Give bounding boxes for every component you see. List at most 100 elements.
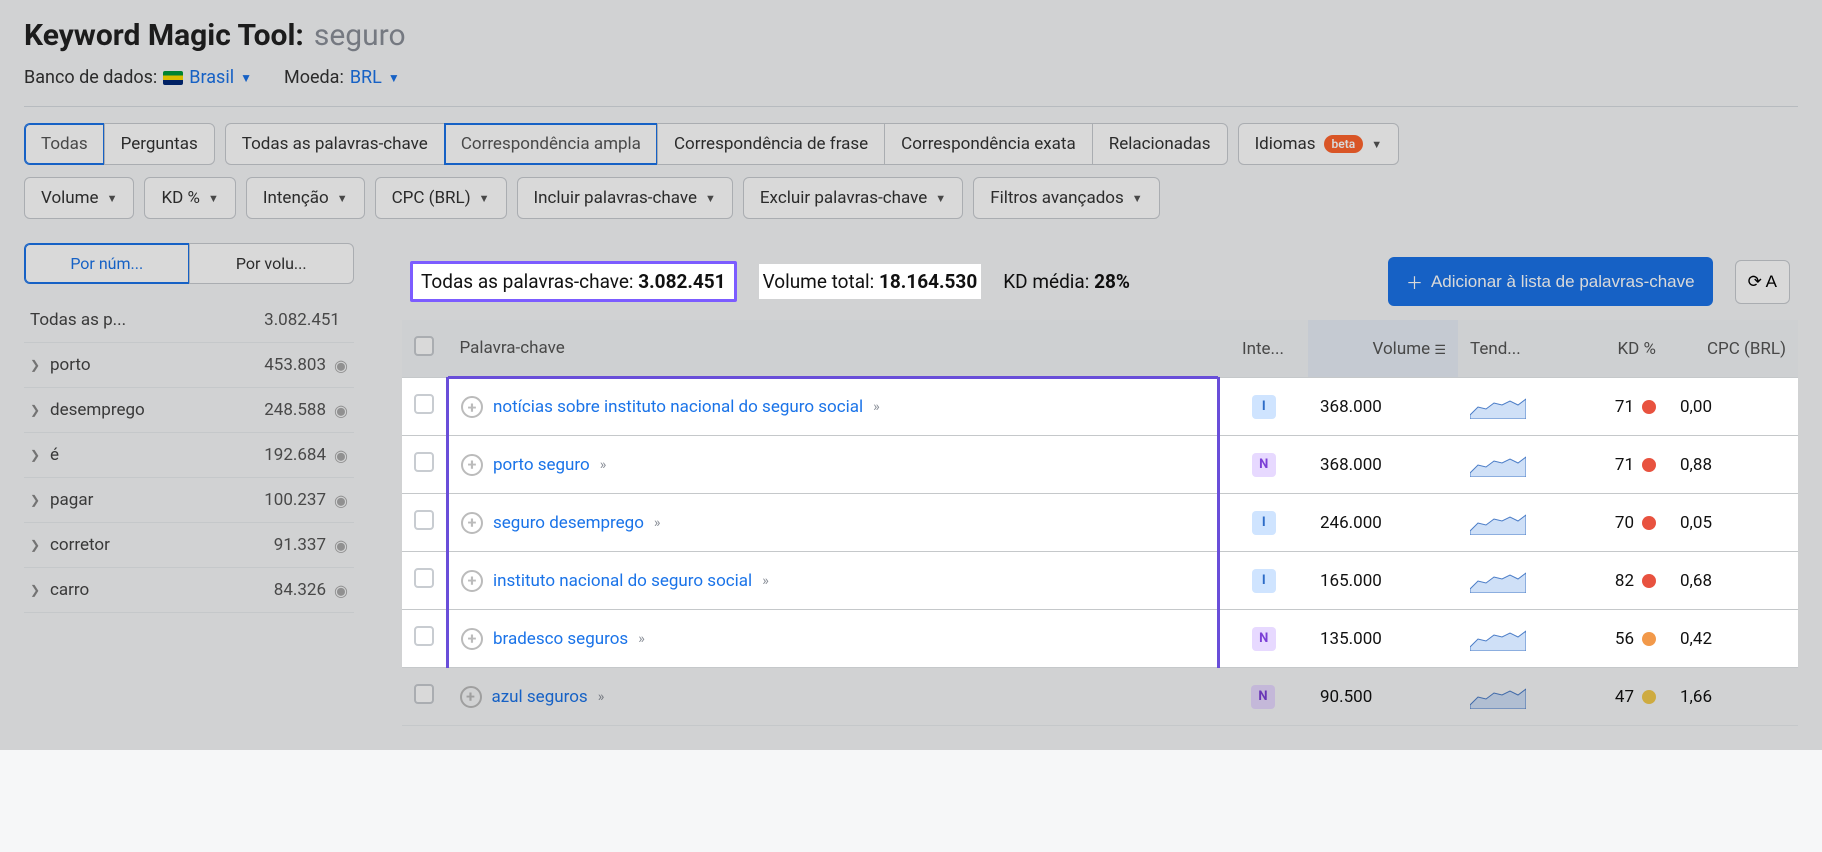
add-keyword-icon[interactable]: + — [461, 396, 483, 418]
flag-brazil-icon — [163, 71, 183, 85]
open-keyword-icon[interactable]: » — [598, 689, 605, 705]
tab-questions[interactable]: Perguntas — [104, 123, 215, 165]
eye-icon[interactable]: ◉ — [334, 491, 348, 510]
keyword-link[interactable]: seguro desemprego — [493, 513, 644, 533]
volume-value: 90.500 — [1308, 668, 1458, 726]
sidebar-tab-by-number[interactable]: Por núm... — [24, 243, 189, 284]
add-keyword-icon[interactable]: + — [461, 570, 483, 592]
languages-button[interactable]: Idiomas beta ▼ — [1238, 123, 1400, 165]
sidebar-item[interactable]: ❯ porto 453.803 ◉ — [24, 343, 354, 388]
volume-value: 165.000 — [1308, 552, 1458, 610]
sidebar-item[interactable]: ❯ pagar 100.237 ◉ — [24, 478, 354, 523]
currency-selector[interactable]: Moeda: BRL ▼ — [284, 67, 400, 88]
open-keyword-icon[interactable]: » — [654, 515, 661, 531]
add-keyword-icon[interactable]: + — [461, 512, 483, 534]
eye-icon[interactable]: ◉ — [334, 446, 348, 465]
col-cpc[interactable]: CPC (BRL) — [1668, 320, 1798, 378]
select-all-checkbox[interactable] — [414, 336, 434, 356]
trend-sparkline — [1470, 569, 1526, 593]
trend-sparkline — [1470, 685, 1526, 709]
row-checkbox[interactable] — [414, 568, 434, 588]
keyword-link[interactable]: bradesco seguros — [493, 629, 628, 649]
chevron-right-icon: ❯ — [30, 448, 50, 462]
filter-volume[interactable]: Volume▼ — [24, 177, 134, 219]
summary-total-volume: Volume total: 18.164.530 — [759, 264, 982, 299]
filter-cpc[interactable]: CPC (BRL)▼ — [375, 177, 507, 219]
add-keyword-icon[interactable]: + — [461, 454, 483, 476]
tab-related[interactable]: Relacionadas — [1092, 123, 1228, 165]
col-intent[interactable]: Inte... — [1218, 320, 1308, 378]
open-keyword-icon[interactable]: » — [873, 399, 880, 415]
keyword-link[interactable]: porto seguro — [493, 455, 590, 475]
chevron-down-icon: ▼ — [337, 192, 348, 205]
tab-exact-match[interactable]: Correspondência exata — [884, 123, 1092, 165]
tab-phrase-match[interactable]: Correspondência de frase — [657, 123, 884, 165]
tab-all[interactable]: Todas — [24, 123, 104, 165]
intent-badge: I — [1252, 511, 1276, 535]
eye-icon[interactable]: ◉ — [334, 536, 348, 555]
eye-icon[interactable]: ◉ — [334, 401, 348, 420]
chevron-down-icon: ▼ — [240, 71, 252, 85]
row-checkbox[interactable] — [414, 394, 434, 414]
kd-indicator-icon — [1642, 574, 1656, 588]
tab-all-keywords[interactable]: Todas as palavras-chave — [225, 123, 444, 165]
sidebar-item-count: 453.803 — [264, 355, 326, 375]
table-row: + porto seguro » N 368.000 71 0,88 — [402, 436, 1798, 494]
sidebar-item[interactable]: ❯ corretor 91.337 ◉ — [24, 523, 354, 568]
filter-include[interactable]: Incluir palavras-chave▼ — [517, 177, 733, 219]
row-checkbox[interactable] — [414, 452, 434, 472]
open-keyword-icon[interactable]: » — [600, 457, 607, 473]
summary-avg-kd: KD média: 28% — [1003, 270, 1130, 293]
row-checkbox[interactable] — [414, 626, 434, 646]
sidebar-item[interactable]: ❯ desemprego 248.588 ◉ — [24, 388, 354, 433]
sidebar-tab-by-volume[interactable]: Por volu... — [189, 243, 355, 284]
col-trend[interactable]: Tend... — [1458, 320, 1558, 378]
keyword-link[interactable]: instituto nacional do seguro social — [493, 571, 752, 591]
chevron-right-icon: ❯ — [30, 538, 50, 552]
database-selector[interactable]: Banco de dados: Brasil ▼ — [24, 67, 252, 88]
sidebar-item-label: porto — [50, 355, 264, 375]
keyword-link[interactable]: azul seguros — [492, 687, 588, 707]
chevron-right-icon: ❯ — [30, 403, 50, 417]
volume-value: 368.000 — [1308, 378, 1458, 436]
row-checkbox[interactable] — [414, 684, 434, 704]
refresh-button[interactable]: ⟳ A — [1735, 260, 1790, 304]
sidebar-item[interactable]: ❯ é 192.684 ◉ — [24, 433, 354, 478]
beta-badge: beta — [1324, 135, 1364, 153]
col-volume[interactable]: Volume ☰ — [1308, 320, 1458, 378]
sidebar-item-label: desemprego — [50, 400, 264, 420]
filter-advanced[interactable]: Filtros avançados▼ — [973, 177, 1159, 219]
sidebar-item-count: 192.684 — [264, 445, 326, 465]
volume-value: 368.000 — [1308, 436, 1458, 494]
open-keyword-icon[interactable]: » — [762, 573, 769, 589]
page-title: Keyword Magic Tool: — [24, 18, 304, 53]
row-checkbox[interactable] — [414, 510, 434, 530]
open-keyword-icon[interactable]: » — [638, 631, 645, 647]
trend-sparkline — [1470, 395, 1526, 419]
table-row: + instituto nacional do seguro social » … — [402, 552, 1798, 610]
sidebar-all-keywords[interactable]: Todas as p... 3.082.451 — [24, 298, 354, 343]
eye-icon[interactable]: ◉ — [334, 356, 348, 375]
tab-broad-match[interactable]: Correspondência ampla — [444, 123, 657, 165]
sidebar-item-count: 248.588 — [264, 400, 326, 420]
cpc-value: 1,66 — [1668, 668, 1798, 726]
trend-sparkline — [1470, 627, 1526, 651]
table-row: + azul seguros » N 90.500 47 1,66 — [402, 668, 1798, 726]
intent-badge: N — [1252, 453, 1276, 477]
filter-exclude[interactable]: Excluir palavras-chave▼ — [743, 177, 963, 219]
filter-kd[interactable]: KD %▼ — [144, 177, 235, 219]
sidebar-item-count: 91.337 — [274, 535, 326, 555]
chevron-right-icon: ❯ — [30, 358, 50, 372]
filter-intent[interactable]: Intenção▼ — [246, 177, 365, 219]
chevron-down-icon: ▼ — [935, 192, 946, 205]
eye-icon[interactable]: ◉ — [334, 581, 348, 600]
col-keyword[interactable]: Palavra-chave — [448, 320, 1219, 378]
keyword-link[interactable]: notícias sobre instituto nacional do seg… — [493, 397, 863, 417]
table-row: + seguro desemprego » I 246.000 70 0,05 — [402, 494, 1798, 552]
add-to-keyword-list-button[interactable]: ＋ Adicionar à lista de palavras-chave — [1388, 257, 1713, 306]
add-keyword-icon[interactable]: + — [461, 628, 483, 650]
sidebar-item[interactable]: ❯ carro 84.326 ◉ — [24, 568, 354, 613]
col-kd[interactable]: KD % — [1558, 320, 1668, 378]
intent-badge: N — [1251, 685, 1275, 709]
add-keyword-icon[interactable]: + — [460, 686, 482, 708]
